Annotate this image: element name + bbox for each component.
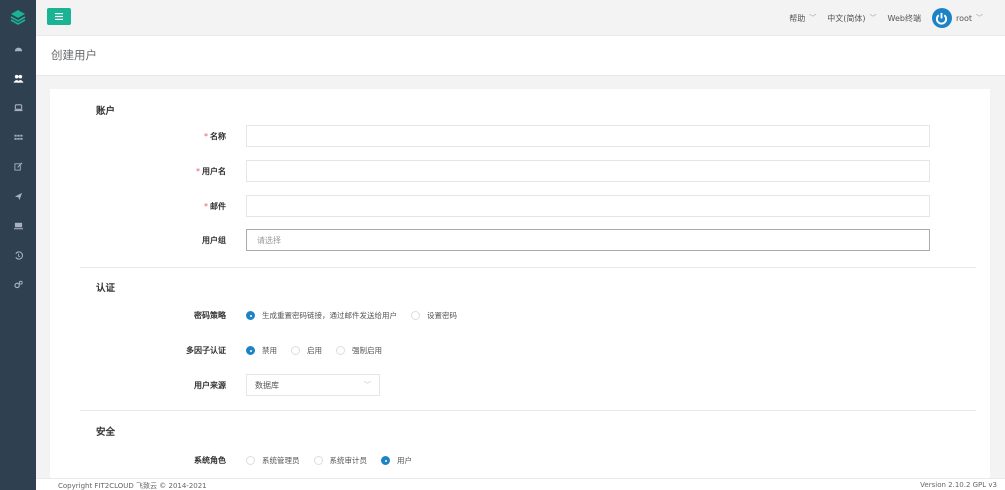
page-header: 创建用户 [36, 36, 1005, 76]
role-option-user[interactable]: 用户 [381, 455, 412, 466]
apps-grid-icon[interactable] [0, 123, 36, 153]
layers-icon[interactable] [0, 0, 36, 34]
mfa-option-force[interactable]: 强制启用 [336, 345, 382, 356]
radio-unchecked-icon [411, 311, 420, 320]
radio-checked-icon [246, 346, 255, 355]
mfa-option-disable[interactable]: 禁用 [246, 345, 277, 356]
email-label: * 邮件 [204, 202, 226, 211]
language-label: 中文(简体) [827, 13, 866, 23]
chevron-down-icon: ﹀ [869, 14, 877, 22]
username-label: root [955, 13, 972, 23]
send-icon[interactable] [0, 182, 36, 212]
edit-icon[interactable] [0, 152, 36, 182]
radio-unchecked-icon [291, 346, 300, 355]
help-label: 帮助 [789, 13, 806, 23]
user-menu[interactable]: root ﹀ [931, 8, 983, 28]
radio-unchecked-icon [336, 346, 345, 355]
user-source-value: 数据库 [255, 380, 279, 390]
mfa-option-enable[interactable]: 启用 [291, 345, 322, 356]
version-text: Version 2.10.2 GPL v3 [920, 481, 997, 489]
name-input[interactable] [246, 125, 930, 147]
account-section-title: 账户 [96, 106, 116, 117]
chevron-down-icon: ﹀ [809, 14, 817, 22]
footer: Copyright FIT2CLOUD 飞致云 © 2014-2021 Vers… [36, 478, 1005, 490]
radio-unchecked-icon [313, 456, 323, 465]
user-source-select[interactable]: 数据库 ﹀ [246, 374, 380, 396]
radio-checked-icon [246, 311, 255, 320]
role-option-admin[interactable]: 系统管理员 [246, 455, 300, 466]
password-option-set[interactable]: 设置密码 [411, 310, 457, 321]
security-section-title: 安全 [96, 427, 116, 438]
system-role-label: 系统角色 [194, 456, 226, 465]
help-menu[interactable]: 帮助 ﹀ [789, 13, 816, 24]
history-icon[interactable] [0, 241, 36, 271]
terminal-icon[interactable] [0, 211, 36, 241]
assets-icon[interactable] [0, 93, 36, 123]
create-user-form: 账户 * 名称 * 用户名 * 邮件 用户组 请选择 认证 密码策略 生成重置密码链接… [50, 89, 990, 478]
user-group-select[interactable]: 请选择 [246, 229, 930, 251]
name-label: * 名称 [204, 132, 226, 141]
password-strategy-label: 密码策略 [194, 311, 226, 320]
web-terminal-label: Web终端 [887, 13, 921, 23]
role-option-auditor[interactable]: 系统审计员 [313, 455, 367, 466]
radio-unchecked-icon [246, 456, 255, 465]
users-icon[interactable] [0, 64, 36, 94]
user-group-placeholder: 请选择 [257, 235, 281, 245]
auth-section-title: 认证 [96, 283, 116, 294]
chevron-down-icon: ﹀ [976, 14, 983, 22]
page-title: 创建用户 [51, 48, 97, 62]
web-terminal-link[interactable]: Web终端 [888, 13, 921, 24]
copyright-text: Copyright FIT2CLOUD 飞致云 © 2014-2021 [58, 482, 207, 490]
mfa-group: 禁用 启用 强制启用 [246, 345, 396, 356]
dashboard-icon[interactable] [0, 34, 36, 64]
password-option-reset-link[interactable]: 生成重置密码链接，通过邮件发送给用户 [246, 310, 397, 321]
section-divider [80, 410, 976, 411]
mfa-label: 多因子认证 [186, 346, 226, 355]
chevron-down-icon: ﹀ [364, 381, 371, 389]
password-strategy-group: 生成重置密码链接，通过邮件发送给用户 设置密码 [246, 310, 471, 321]
settings-icon[interactable] [0, 270, 36, 300]
sidebar [0, 0, 36, 490]
user-group-label: 用户组 [202, 236, 226, 245]
language-menu[interactable]: 中文(简体) ﹀ [827, 13, 876, 24]
hamburger-icon [55, 13, 63, 20]
system-role-group: 系统管理员 系统审计员 用户 [246, 455, 426, 466]
power-icon [931, 8, 952, 28]
menu-toggle-button[interactable] [47, 8, 71, 25]
email-input[interactable] [246, 195, 930, 217]
username-input[interactable] [246, 160, 930, 182]
radio-checked-icon [381, 456, 390, 465]
username-label: * 用户名 [196, 167, 226, 176]
user-source-label: 用户来源 [194, 381, 226, 390]
top-navbar: 帮助 ﹀ 中文(简体) ﹀ Web终端 root ﹀ [36, 0, 1005, 36]
section-divider [80, 267, 976, 268]
